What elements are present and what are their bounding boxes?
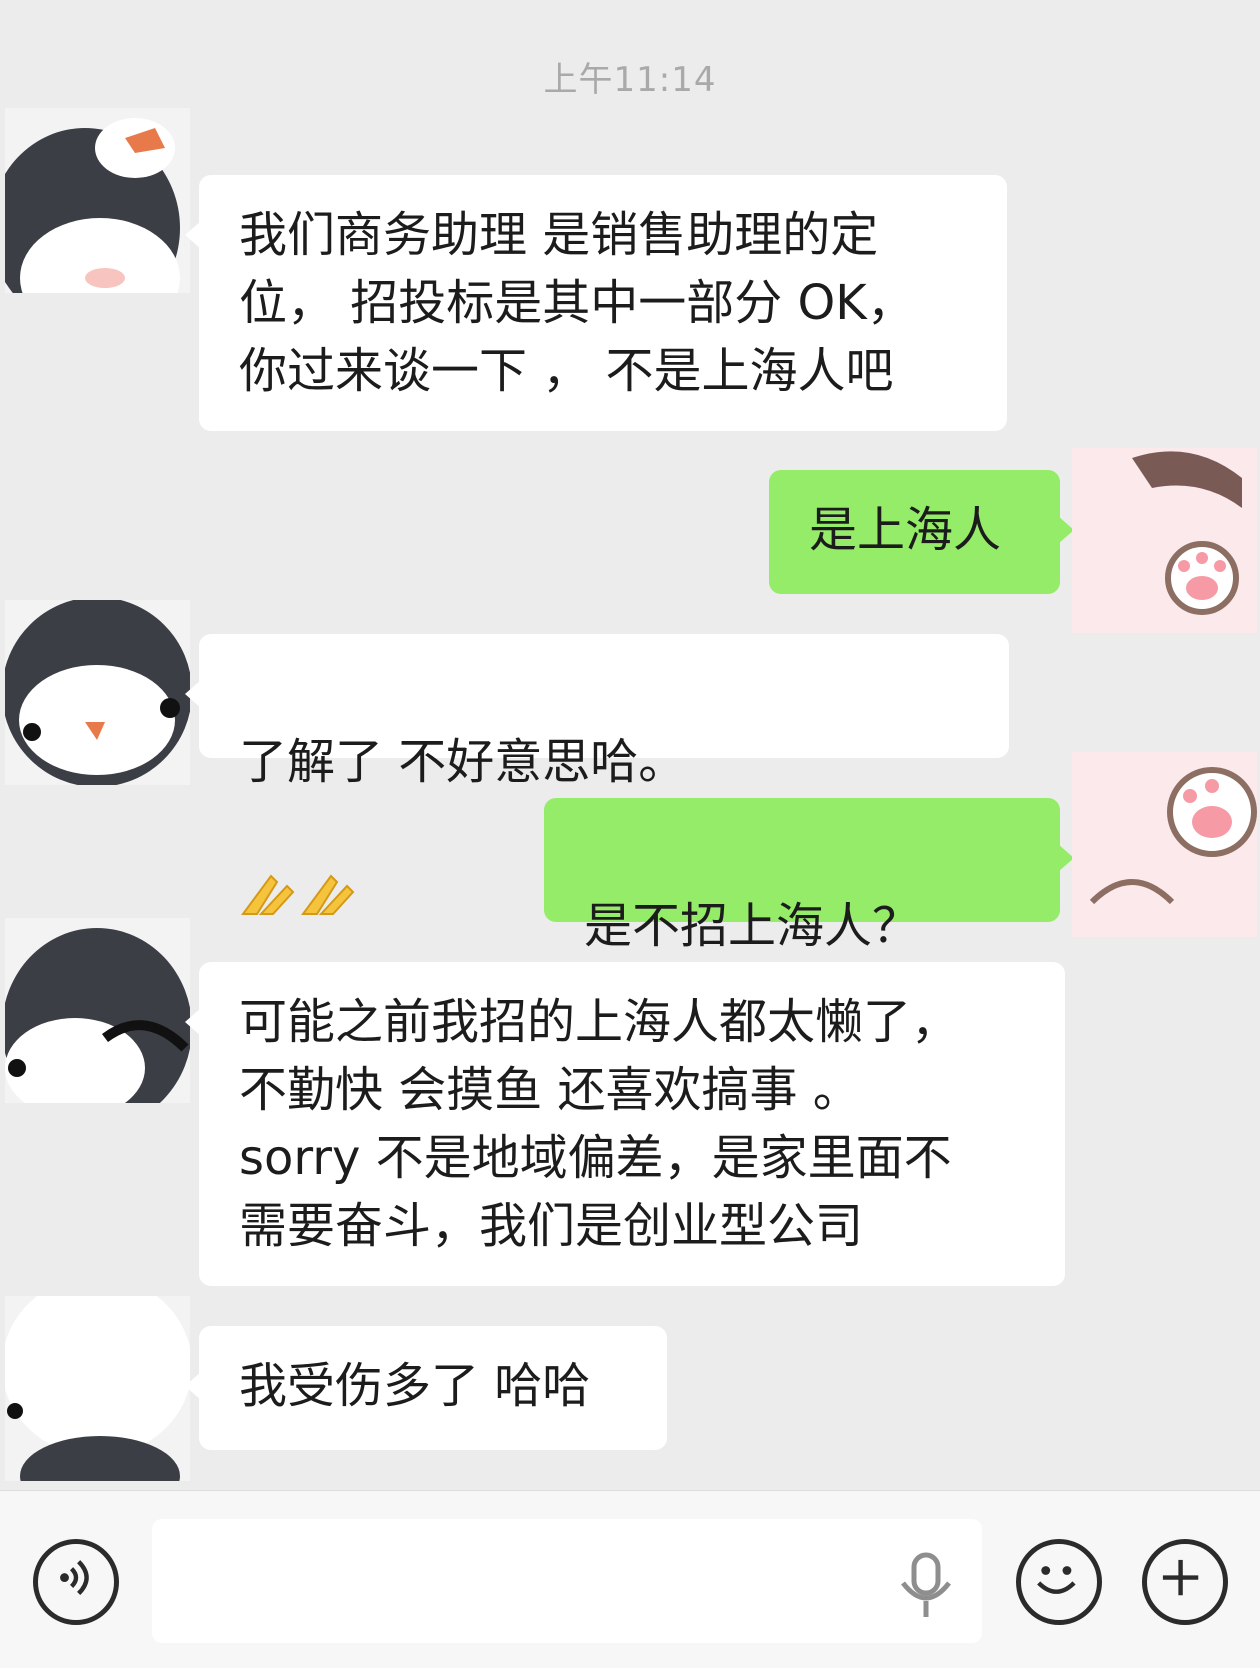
contact-avatar[interactable] — [5, 600, 190, 785]
emoji-icon — [1037, 1566, 1076, 1594]
outgoing-message[interactable]: 是上海人 — [769, 470, 1074, 594]
outgoing-message[interactable]: 是不招上海人？ — [544, 798, 1074, 1083]
incoming-message[interactable]: 了解了 不好意思哈。 — [185, 634, 1009, 1129]
user-avatar[interactable] — [1072, 752, 1257, 937]
microphone-icon[interactable] — [895, 1551, 957, 1623]
user-avatar[interactable] — [1072, 448, 1257, 633]
more-actions-button[interactable] — [1142, 1539, 1228, 1625]
penguin-avatar-icon — [5, 1296, 190, 1481]
message-text: 了解了 不好意思哈。 — [239, 734, 687, 790]
message-text: 是不招上海人？ — [584, 898, 921, 954]
message-input[interactable] — [152, 1519, 982, 1643]
voice-icon — [60, 1560, 89, 1596]
contact-avatar[interactable] — [5, 918, 190, 1103]
penguin-avatar-icon — [5, 918, 190, 1103]
emoji-button[interactable] — [1016, 1539, 1102, 1625]
contact-avatar[interactable] — [5, 108, 190, 293]
voice-input-button[interactable] — [33, 1539, 119, 1625]
penguin-avatar-icon — [5, 108, 190, 293]
folded-hands-icon — [239, 796, 299, 938]
folded-hands-icon — [299, 796, 359, 938]
chat-input-bar — [0, 1490, 1260, 1668]
incoming-message[interactable]: 可能之前我招的上海人都太懒了， 不勤快 会摸鱼 还喜欢搞事 。 sorry 不是… — [185, 962, 1065, 1286]
message-timestamp: 上午11:14 — [543, 60, 717, 100]
incoming-message[interactable]: 我们商务助理 是销售助理的定 位， 招投标是其中一部分 OK， 你过来谈一下 ，… — [185, 175, 1007, 431]
incoming-message[interactable]: 我受伤多了 哈哈 — [185, 1326, 667, 1450]
contact-avatar[interactable] — [5, 1296, 190, 1481]
penguin-avatar-icon — [5, 600, 190, 785]
plus-icon — [1162, 1559, 1199, 1596]
bear-paw-avatar-icon — [1072, 752, 1257, 937]
bear-paw-avatar-icon — [1072, 448, 1257, 633]
